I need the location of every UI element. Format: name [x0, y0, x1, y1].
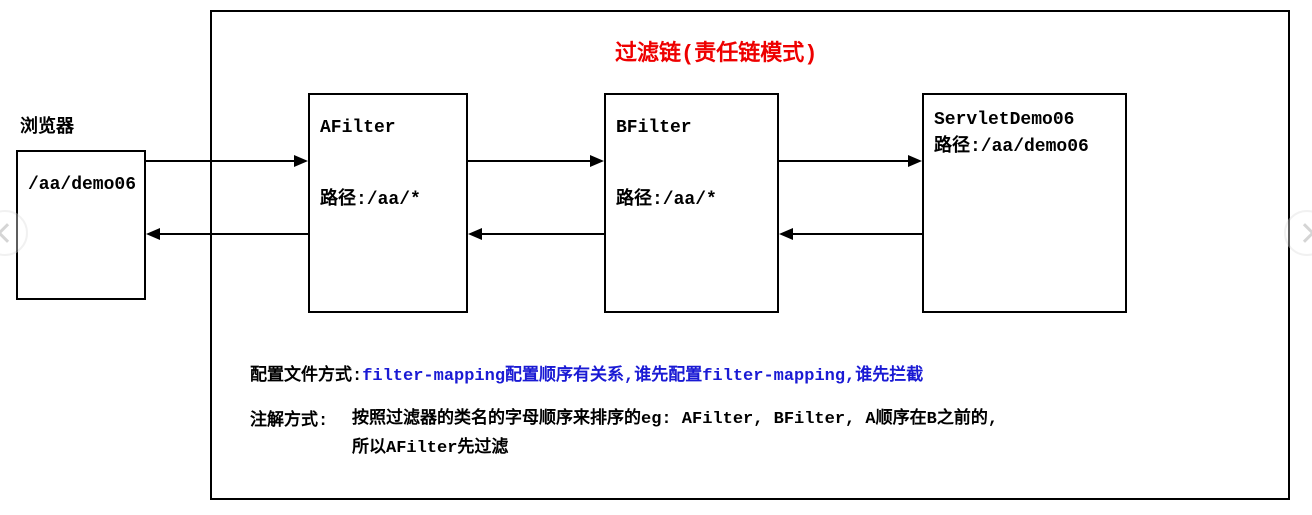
arrow-head-icon: [294, 155, 308, 167]
servlet-path: 路径:/aa/demo06: [934, 134, 1115, 161]
arrow-head-icon: [908, 155, 922, 167]
arrow-afilter-to-browser: [160, 233, 308, 235]
bfilter-name: BFilter: [616, 110, 767, 146]
diagram-canvas: 过滤链(责任链模式) 浏览器 /aa/demo06 AFilter 路径:/aa…: [0, 0, 1312, 515]
bfilter-box: BFilter 路径:/aa/*: [604, 93, 779, 313]
servlet-box: ServletDemo06 路径:/aa/demo06: [922, 93, 1127, 313]
afilter-path: 路径:/aa/*: [320, 182, 456, 218]
diagram-title: 过滤链(责任链模式): [615, 35, 817, 67]
chevron-right-icon: [1295, 223, 1312, 243]
arrow-bfilter-to-afilter: [482, 233, 604, 235]
config-note: 配置文件方式:filter-mapping配置顺序有关系,谁先配置filter-…: [250, 360, 923, 386]
bfilter-path: 路径:/aa/*: [616, 182, 767, 218]
arrow-servlet-to-bfilter: [793, 233, 922, 235]
browser-path: /aa/demo06: [18, 152, 144, 218]
config-note-label: 配置文件方式:: [250, 367, 362, 386]
browser-box: /aa/demo06: [16, 150, 146, 300]
config-note-text: filter-mapping配置顺序有关系,谁先配置filter-mapping…: [362, 367, 923, 386]
annotation-note-text1: 按照过滤器的类名的字母顺序来排序的eg: AFilter, BFilter, A…: [352, 403, 998, 429]
arrow-bfilter-to-servlet: [779, 160, 910, 162]
servlet-name: ServletDemo06: [934, 107, 1115, 134]
arrow-afilter-to-bfilter: [468, 160, 592, 162]
afilter-name: AFilter: [320, 110, 456, 146]
annotation-note-label: 注解方式:: [250, 412, 328, 431]
arrow-head-icon: [590, 155, 604, 167]
chevron-left-icon: [0, 223, 17, 243]
annotation-note: 注解方式:: [250, 405, 328, 431]
arrow-head-icon: [146, 228, 160, 240]
arrow-browser-to-afilter: [146, 160, 296, 162]
arrow-head-icon: [468, 228, 482, 240]
afilter-box: AFilter 路径:/aa/*: [308, 93, 468, 313]
browser-label: 浏览器: [20, 112, 74, 138]
arrow-head-icon: [779, 228, 793, 240]
annotation-note-text2: 所以AFilter先过滤: [352, 432, 508, 458]
